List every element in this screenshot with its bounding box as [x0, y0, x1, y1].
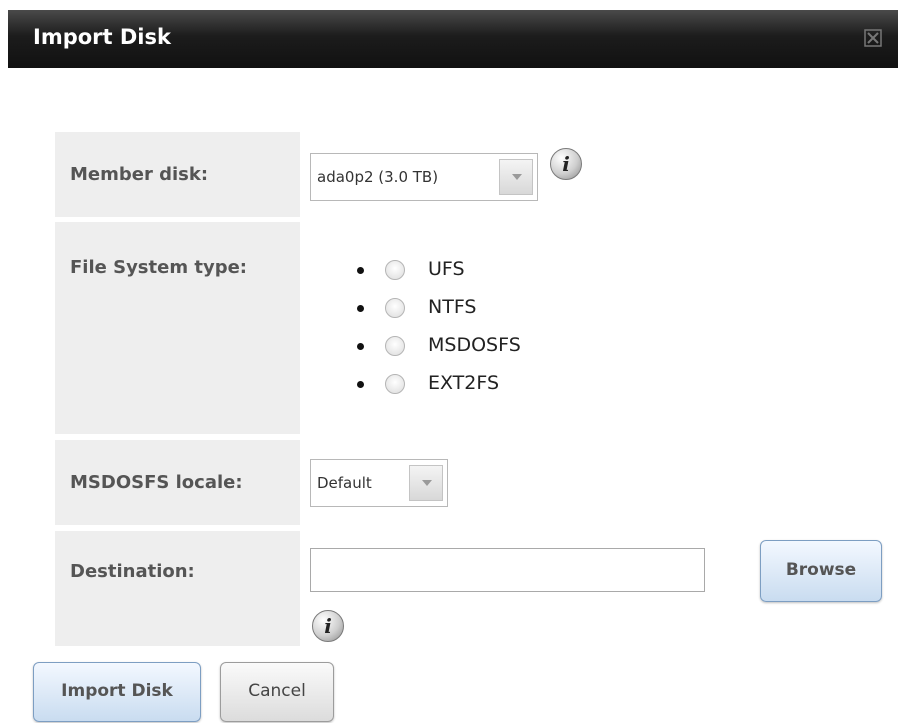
member-disk-label: Member disk:: [55, 132, 300, 217]
bullet-icon: [357, 267, 364, 274]
radio-label-ext2fs: EXT2FS: [428, 372, 500, 394]
member-disk-value: ada0p2 (3.0 TB): [317, 168, 439, 186]
fs-type-label: File System type:: [55, 222, 300, 434]
radio-ntfs[interactable]: [385, 298, 405, 318]
bullet-icon: [357, 343, 364, 350]
destination-label: Destination:: [55, 531, 300, 646]
cancel-button[interactable]: Cancel: [220, 662, 334, 722]
msdosfs-locale-value: Default: [317, 474, 372, 492]
radio-label-ntfs: NTFS: [428, 296, 477, 318]
radio-ext2fs[interactable]: [385, 374, 405, 394]
chevron-down-icon[interactable]: [409, 465, 443, 501]
import-disk-button[interactable]: Import Disk: [33, 662, 201, 722]
dialog-titlebar: Import Disk: [8, 10, 898, 68]
browse-button[interactable]: Browse: [760, 540, 882, 602]
info-icon[interactable]: i: [550, 148, 582, 180]
radio-label-msdosfs: MSDOSFS: [428, 334, 521, 356]
close-icon[interactable]: [863, 28, 883, 48]
radio-ufs[interactable]: [385, 260, 405, 280]
radio-msdosfs[interactable]: [385, 336, 405, 356]
chevron-down-icon[interactable]: [499, 159, 533, 195]
destination-input[interactable]: [310, 548, 705, 592]
bullet-icon: [357, 381, 364, 388]
msdosfs-locale-label: MSDOSFS locale:: [55, 440, 300, 525]
msdosfs-locale-select[interactable]: Default: [310, 459, 448, 507]
member-disk-select[interactable]: ada0p2 (3.0 TB): [310, 153, 538, 201]
bullet-icon: [357, 305, 364, 312]
dialog-title: Import Disk: [33, 25, 171, 49]
radio-label-ufs: UFS: [428, 258, 465, 280]
info-icon[interactable]: i: [312, 610, 344, 642]
